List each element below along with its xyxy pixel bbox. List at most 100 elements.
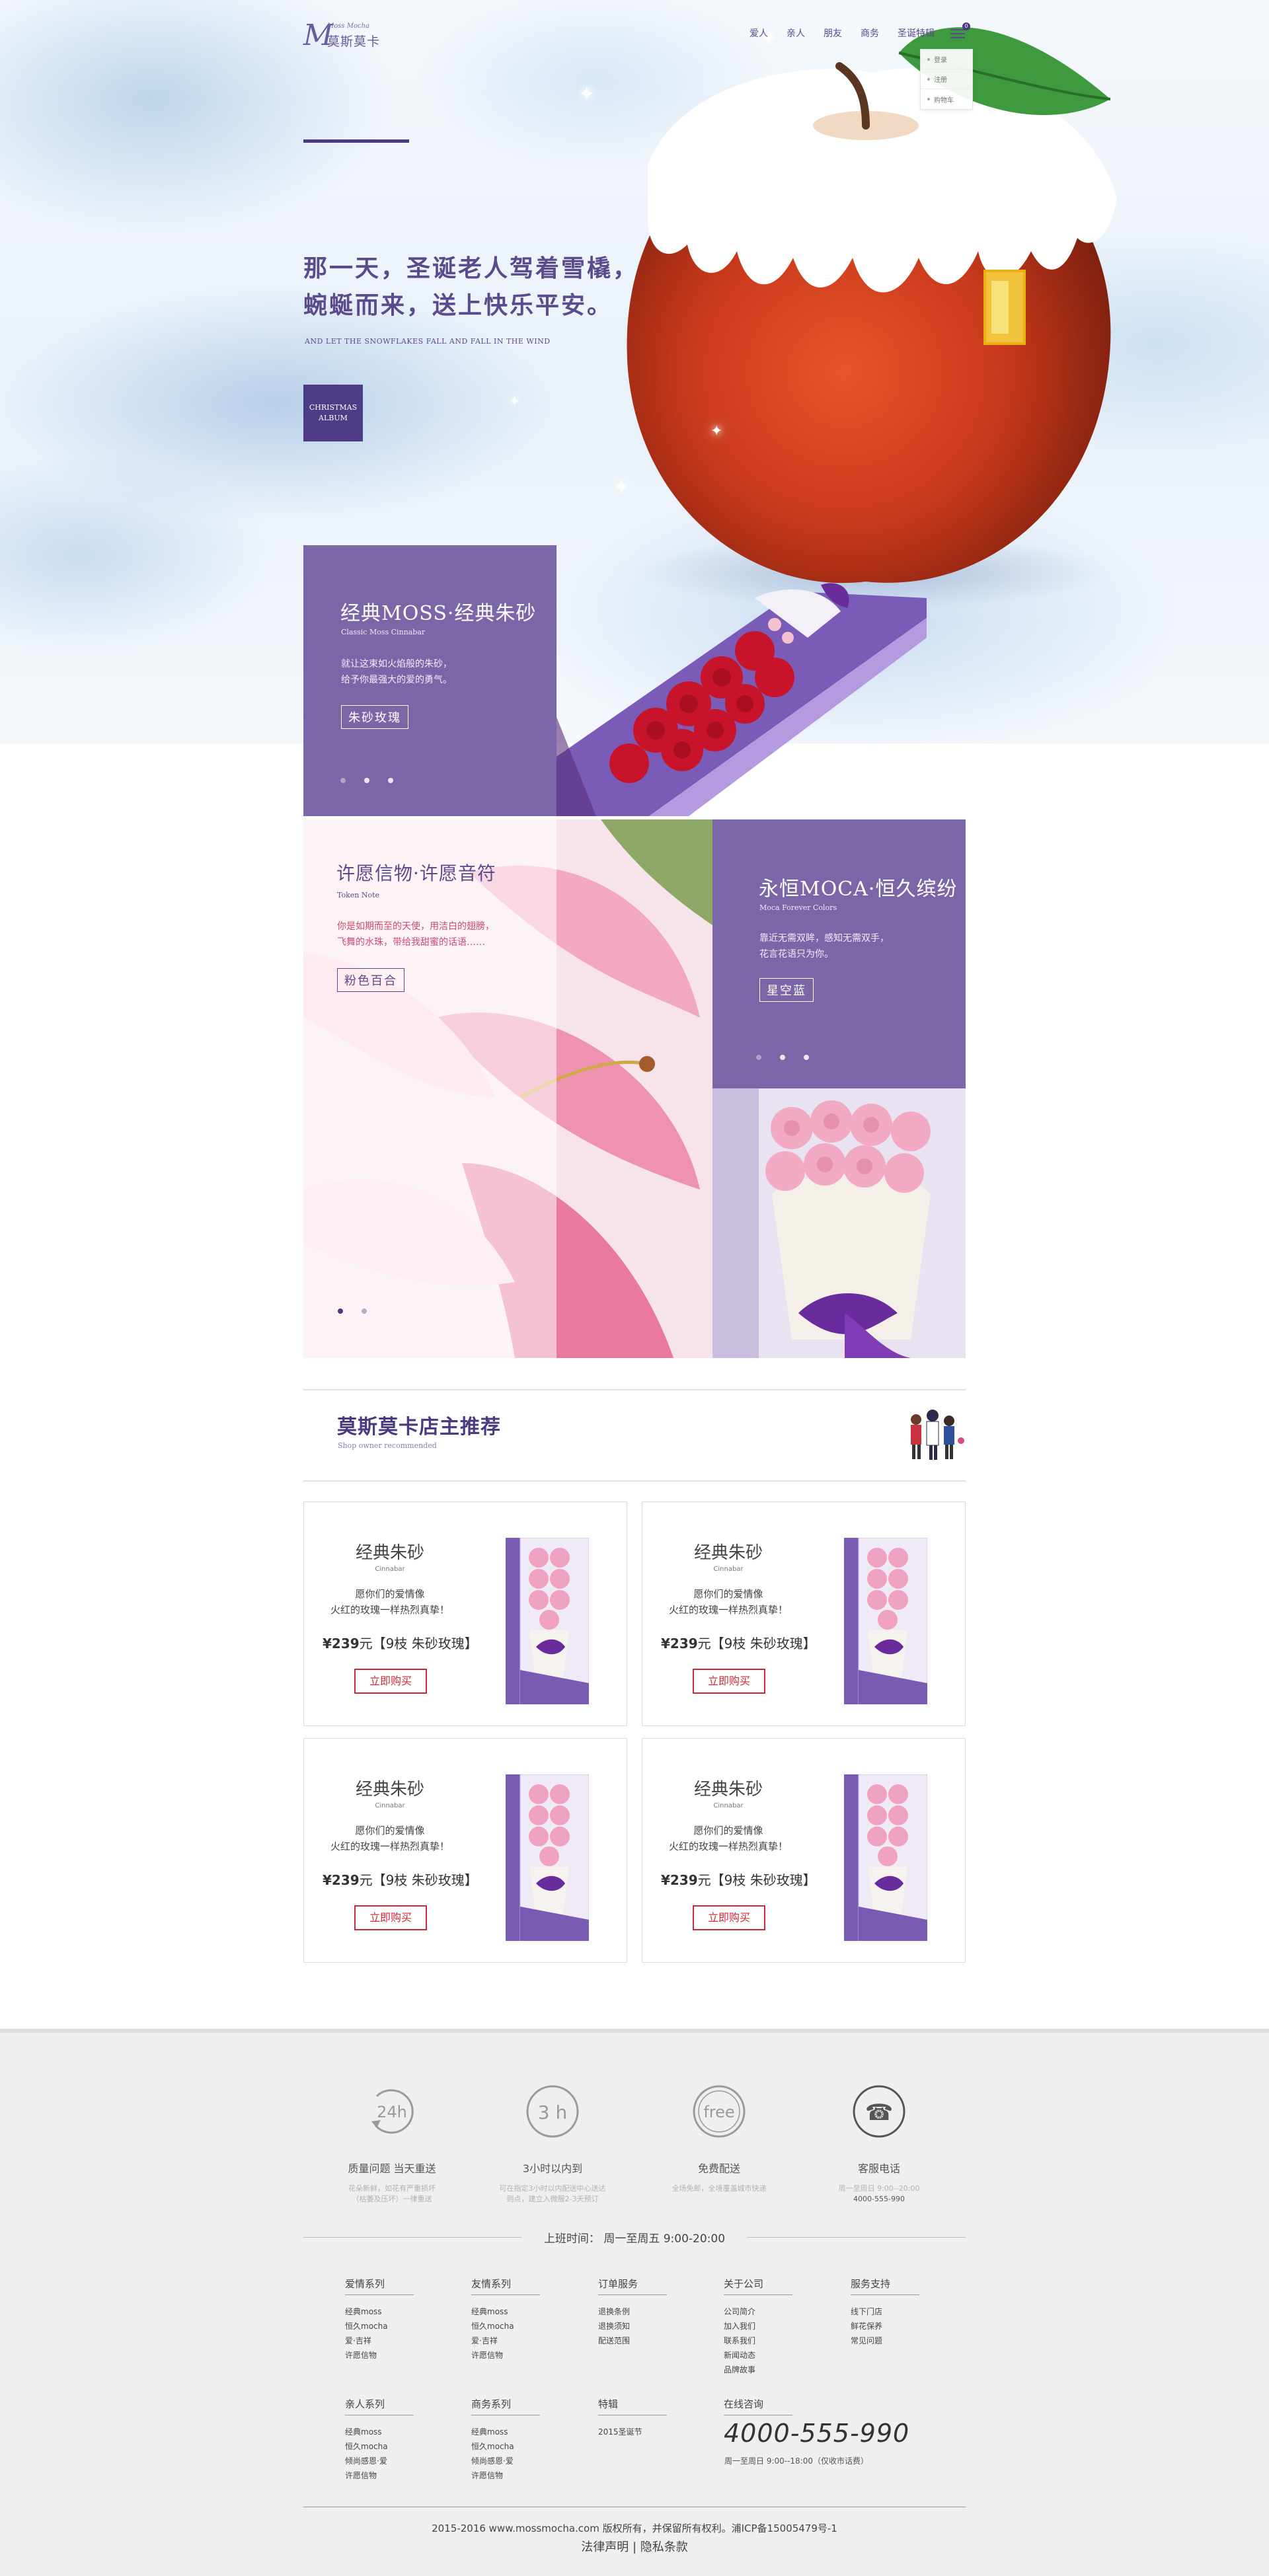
phone-icon: ☎ [853, 2085, 905, 2138]
classic-moss-panel: 经典MOSS·经典朱砂 Classic Moss Cinnabar 就让这束如火… [303, 545, 557, 816]
pink-lily-button[interactable]: 粉色百合 [337, 968, 404, 992]
footer-link[interactable]: 鲜花保养 [851, 2319, 919, 2333]
footer-col-orders: 订单服务 退换条例 退换须知 配送范围 [598, 2277, 667, 2348]
footer-link[interactable]: 线下门店 [851, 2304, 919, 2319]
footer-link[interactable]: 配送范围 [598, 2333, 667, 2348]
dropdown-cart[interactable]: 购物车 [921, 89, 972, 109]
footer-link[interactable]: 经典moss [345, 2304, 414, 2319]
free-shipping-icon: free [693, 2085, 746, 2138]
nav-item-family[interactable]: 亲人 [777, 24, 814, 44]
footer-link[interactable]: 加入我们 [724, 2319, 792, 2333]
footer-link[interactable]: 爱·吉祥 [471, 2333, 540, 2348]
rose-gift-box-image [506, 1774, 589, 1941]
slider-dot[interactable] [804, 1055, 809, 1060]
footer-link[interactable]: 恒久mocha [345, 2319, 414, 2333]
footer-link[interactable]: 许愿信物 [471, 2348, 540, 2363]
slider-dot[interactable] [388, 778, 393, 783]
legal-links: 法律声明 | 隐私条款 [303, 2538, 966, 2555]
product-card[interactable]: 经典朱砂 Cinnabar 愿你们的爱情像 火红的玫瑰一样热烈真挚！ ¥239元… [642, 1501, 966, 1726]
product-desc: 愿你们的爱情像 [693, 1825, 763, 1837]
svg-text:☎: ☎ [865, 2100, 893, 2126]
footer-link[interactable]: 许愿信物 [471, 2468, 540, 2483]
buy-now-button[interactable]: 立即购买 [354, 1905, 427, 1930]
recommend-subtitle: Shop owner recommended [338, 1441, 437, 1450]
sparkle-icon: ✦ [711, 423, 723, 439]
svg-text:3 h: 3 h [538, 2102, 567, 2123]
footer-col-family: 亲人系列 经典moss 恒久mocha 倾尚感恩·爱 许愿信物 [345, 2397, 414, 2483]
service-desc: 全场免邮，全境覆盖城市快递 [672, 2184, 767, 2193]
recommend-divider-top [303, 1389, 966, 1390]
classic-en: Classic Moss Cinnabar [341, 628, 426, 636]
footer-link[interactable]: 恒久mocha [471, 2319, 540, 2333]
privacy-policy-link[interactable]: 隐私条款 [640, 2540, 688, 2554]
token-title: 许愿信物·许愿音符 [336, 862, 496, 884]
footer-link[interactable]: 新闻动态 [724, 2348, 792, 2363]
promo-grid: 经典MOSS·经典朱砂 Classic Moss Cinnabar 就让这束如火… [303, 545, 966, 1358]
token-note-panel: 许愿信物·许愿音符 Token Note 你是如期而至的天使，用洁白的翅膀， 飞舞… [303, 819, 557, 1358]
footer-link[interactable]: 经典moss [345, 2425, 414, 2439]
footer-link[interactable]: 经典moss [471, 2304, 540, 2319]
3h-icon: 3 h [526, 2085, 579, 2138]
product-card[interactable]: 经典朱砂 Cinnabar 愿你们的爱情像 火红的玫瑰一样热烈真挚！ ¥239元… [642, 1738, 966, 1963]
footer-col-support: 服务支持 线下门店 鲜花保养 常见问题 [851, 2277, 919, 2348]
legal-statement-link[interactable]: 法律声明 [581, 2540, 629, 2554]
footer-link[interactable]: 品牌故事 [724, 2363, 792, 2377]
slider-dot[interactable] [364, 778, 369, 783]
buy-now-button[interactable]: 立即购买 [693, 1669, 765, 1694]
dropdown-register[interactable]: 注册 [921, 69, 972, 89]
footer-link[interactable]: 倾尚感恩·爱 [471, 2454, 540, 2468]
product-desc: 愿你们的爱情像 [355, 1588, 425, 1600]
footer-link[interactable]: 倾尚感恩·爱 [345, 2454, 414, 2468]
logo-script: Moss Mocha [327, 22, 369, 30]
slider-dot[interactable] [338, 1308, 343, 1314]
cinnabar-rose-button[interactable]: 朱砂玫瑰 [341, 705, 408, 729]
nav-item-friends[interactable]: 朋友 [814, 24, 851, 44]
nav-item-business[interactable]: 商务 [851, 24, 888, 44]
product-desc: 火红的玫瑰一样热烈真挚！ [330, 1604, 449, 1616]
footer-link[interactable]: 恒久mocha [471, 2439, 540, 2454]
footer-link[interactable]: 2015圣诞节 [598, 2425, 667, 2439]
product-desc: 愿你们的爱情像 [355, 1825, 425, 1837]
service-title: 3小时以内到 [522, 2162, 583, 2175]
product-price: ¥239元【9枝 朱砂玫瑰】 [323, 1636, 478, 1651]
brand-logo[interactable]: M Moss Mocha 莫斯莫卡 [303, 20, 383, 52]
service-desc: 周一至周日 9:00--20:00 4000-555-990 [838, 2184, 920, 2203]
product-card[interactable]: 经典朱砂 Cinnabar 愿你们的爱情像 火红的玫瑰一样热烈真挚！ ¥239元… [303, 1738, 627, 1963]
buy-now-button[interactable]: 立即购买 [693, 1905, 765, 1930]
footer-link[interactable]: 联系我们 [724, 2333, 792, 2348]
footer-link[interactable]: 许愿信物 [345, 2348, 414, 2363]
moca-title: 永恒MOCA·恒久缤纷 [759, 878, 958, 901]
moca-slider-dots [756, 1055, 809, 1060]
footer-heading: 亲人系列 [345, 2397, 414, 2415]
hotline-number[interactable]: 4000-555-990 [724, 2419, 909, 2448]
buy-now-button[interactable]: 立即购买 [354, 1669, 427, 1694]
product-name: 经典朱砂 [693, 1543, 763, 1563]
slider-dot[interactable] [362, 1308, 367, 1314]
nav-item-christmas[interactable]: 圣诞特辑 [888, 24, 944, 44]
product-card[interactable]: 经典朱砂 Cinnabar 愿你们的爱情像 火红的玫瑰一样热烈真挚！ ¥239元… [303, 1501, 627, 1726]
footer-link[interactable]: 退换须知 [598, 2319, 667, 2333]
footer-link[interactable]: 退换条例 [598, 2304, 667, 2319]
footer-col-friendship: 友情系列 经典moss 恒久mocha 爱·吉祥 许愿信物 [471, 2277, 540, 2363]
menu-icon[interactable]: 0 [950, 22, 970, 41]
footer-link[interactable]: 公司简介 [724, 2304, 792, 2319]
starry-blue-button[interactable]: 星空蓝 [759, 978, 814, 1002]
sparkle-icon: ✦ [872, 218, 890, 241]
christmas-album-button[interactable]: CHRISTMAS ALBUM [303, 385, 363, 441]
slider-dot[interactable] [780, 1055, 785, 1060]
dropdown-login[interactable]: 登录 [921, 50, 972, 69]
main-nav: 爱人 亲人 朋友 商务 圣诞特辑 [740, 24, 944, 44]
footer-link[interactable]: 爱·吉祥 [345, 2333, 414, 2348]
footer-link[interactable]: 恒久mocha [345, 2439, 414, 2454]
slider-dot[interactable] [756, 1055, 761, 1060]
footer-link[interactable]: 经典moss [471, 2425, 540, 2439]
nav-item-lover[interactable]: 爱人 [740, 24, 777, 44]
moca-en: Moca Forever Colors [759, 903, 837, 912]
product-en: Cinnabar [713, 1566, 744, 1573]
slider-dot[interactable] [340, 778, 346, 783]
service-title: 客服电话 [857, 2162, 900, 2175]
footer-link[interactable]: 常见问题 [851, 2333, 919, 2348]
footer-link[interactable]: 许愿信物 [345, 2468, 414, 2483]
product-name: 经典朱砂 [693, 1780, 763, 1799]
svg-text:24h: 24h [377, 2103, 407, 2121]
